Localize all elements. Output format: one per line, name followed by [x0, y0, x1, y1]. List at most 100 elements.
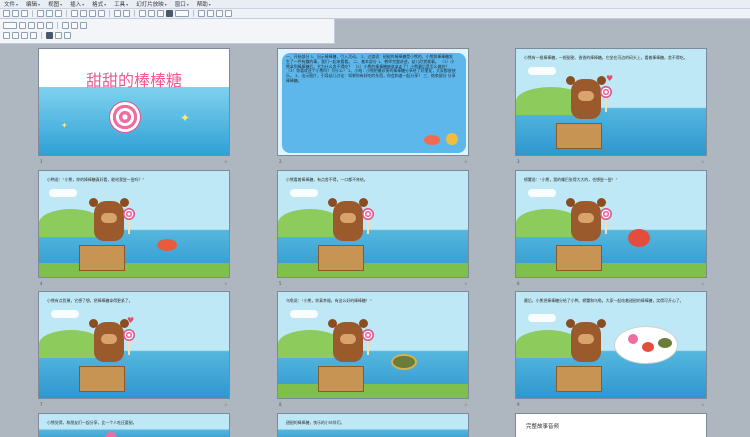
- numbering-icon[interactable]: [12, 31, 19, 39]
- cloud: [528, 67, 556, 75]
- new-slide-icon[interactable]: [64, 31, 71, 39]
- bear-illustration: [89, 198, 129, 241]
- sparkle-icon: ✦: [180, 111, 191, 125]
- lollipop-icon: [109, 101, 141, 133]
- slide-thumbnail[interactable]: 最后，小熊把棒棒糖分给了小鸭、螃蟹和乌龟。大家一起吃着甜甜的棒棒糖，笑得可开心了…: [515, 291, 707, 399]
- lollipop-stick: [128, 220, 130, 234]
- heart-icon: ♥: [127, 316, 135, 325]
- color-fill-icon[interactable]: [166, 10, 173, 17]
- crab-icon: [642, 342, 654, 352]
- new-file-icon[interactable]: [3, 10, 10, 17]
- menu-view[interactable]: 视图 ▾: [44, 0, 66, 9]
- menu-slideshow[interactable]: 幻灯片放映 ▾: [132, 0, 171, 9]
- grass: [516, 263, 706, 277]
- bear-face: [578, 213, 594, 223]
- lollipop-icon: [123, 329, 135, 341]
- crab-icon: [628, 229, 650, 247]
- slide-thumbnail[interactable]: 小熊看着棒棒糖，有点舍不得，一口都不肯给。: [277, 170, 469, 278]
- spellcheck-icon[interactable]: [55, 10, 62, 17]
- bear-face: [101, 334, 117, 344]
- slide-number: 9: [517, 402, 520, 407]
- slides-view-icon[interactable]: [207, 10, 214, 17]
- slide-thumbnail[interactable]: 螃蟹说：“小熊，我的嘴巴张得大大的，也想尝一尝！”: [515, 170, 707, 278]
- star-icon: ☆: [464, 281, 468, 286]
- lollipop-stick: [128, 341, 130, 355]
- bear-face: [340, 334, 356, 344]
- slide-thumbnail[interactable]: 一、开始部分 1、出示棒棒糖，引入活动。 2、过渡语：甜甜的棒棒糖是小熊的，小熊…: [277, 48, 469, 156]
- menu-insert[interactable]: 插入 ▾: [66, 0, 88, 9]
- cloud: [49, 189, 77, 197]
- indent-icon[interactable]: [21, 31, 28, 39]
- bold-icon[interactable]: [28, 21, 35, 29]
- insert-table-icon[interactable]: [148, 10, 155, 17]
- font-color-icon[interactable]: [46, 31, 53, 39]
- menu-tools[interactable]: 工具 ▾: [110, 0, 132, 9]
- slide-number: 3: [517, 159, 520, 164]
- duck-icon: [446, 133, 458, 145]
- cloud: [51, 310, 79, 318]
- design-icon[interactable]: [55, 31, 62, 39]
- help-icon[interactable]: [198, 10, 205, 17]
- redo-icon[interactable]: [123, 10, 130, 17]
- lollipop-stick: [605, 98, 607, 112]
- slide-thumbnail[interactable]: 完整故事音频: [515, 413, 707, 437]
- chevron-down-icon: ▾: [104, 1, 107, 7]
- format-toolbar-row: [2, 21, 88, 29]
- slide-number: 4: [40, 281, 43, 286]
- slide-thumbnail[interactable]: 小鸭说：“小熊，你的棒棒糖真好看，能给我尝一尝吗？”: [38, 170, 230, 278]
- sparkle-icon: ✦: [61, 121, 68, 130]
- bear-illustration: [566, 319, 606, 362]
- slide-thumbnail[interactable]: 甜甜的棒棒糖 ✦ ✦: [38, 48, 230, 156]
- undo-icon[interactable]: [114, 10, 121, 17]
- zoom-select[interactable]: [175, 10, 189, 17]
- menu-help[interactable]: 帮助 ▾: [193, 0, 215, 9]
- print-icon[interactable]: [37, 10, 44, 17]
- menu-file[interactable]: 文件 ▾: [0, 0, 22, 9]
- insert-chart-icon[interactable]: [139, 10, 146, 17]
- format-painter-icon[interactable]: [98, 10, 105, 17]
- chevron-down-icon: ▾: [208, 1, 211, 7]
- menu-window[interactable]: 窗口 ▾: [171, 0, 193, 9]
- save-icon[interactable]: [21, 10, 28, 17]
- slide-thumbnail[interactable]: 小熊有点犹豫，它想了想，把棒棒糖拿得更紧了。 ♥: [38, 291, 230, 399]
- lollipop-stick: [367, 341, 369, 355]
- chevron-down-icon: ▾: [126, 1, 129, 7]
- align-left-icon[interactable]: [62, 21, 69, 29]
- copy-icon[interactable]: [80, 10, 87, 17]
- align-center-icon[interactable]: [71, 21, 78, 29]
- menu-format[interactable]: 格式 ▾: [88, 0, 110, 9]
- grass: [39, 263, 229, 277]
- outdent-icon[interactable]: [30, 31, 37, 39]
- notes-view-icon[interactable]: [225, 10, 232, 17]
- font-select[interactable]: [3, 21, 17, 29]
- slide-thumbnail[interactable]: 小熊觉得，和朋友们一起分享，比一个人吃还要甜。: [38, 413, 230, 437]
- align-right-icon[interactable]: [80, 21, 87, 29]
- slide-thumbnail[interactable]: 乌龟说：“小熊，你真幸福，有这么好的棒棒糖！”: [277, 291, 469, 399]
- lollipop-icon: [600, 208, 612, 220]
- insert-image-icon[interactable]: [157, 10, 164, 17]
- italic-icon[interactable]: [37, 21, 44, 29]
- heart-icon: ♥: [606, 74, 614, 83]
- star-icon: ☆: [701, 159, 705, 164]
- chevron-down-icon: ▾: [186, 1, 189, 7]
- menu-edit[interactable]: 编辑 ▾: [22, 0, 44, 9]
- font-size-select[interactable]: [19, 21, 26, 29]
- open-folder-icon[interactable]: [12, 10, 19, 17]
- slide-thumbnail[interactable]: 小熊有一根棒棒糖，一根甜甜、香香的棒棒糖。它坐在河边的码头上，看着棒棒糖，舍不得…: [515, 48, 707, 156]
- paste-icon[interactable]: [89, 10, 96, 17]
- slide-number: 5: [279, 281, 282, 286]
- print-preview-icon[interactable]: [46, 10, 53, 17]
- outline-view-icon[interactable]: [216, 10, 223, 17]
- cut-icon[interactable]: [71, 10, 78, 17]
- toolbar-separator: [32, 10, 33, 17]
- turtle-icon: [391, 354, 417, 370]
- toolbar-separator: [134, 10, 135, 17]
- bear-face: [340, 213, 356, 223]
- slide-thumbnail[interactable]: 甜甜的棒棒糖，快乐的小伙伴们。: [277, 413, 469, 437]
- underline-icon[interactable]: [46, 21, 53, 29]
- bullets-icon[interactable]: [3, 31, 10, 39]
- toolbar-separator: [66, 10, 67, 17]
- slide-number: 1: [40, 159, 43, 164]
- crab-icon: [424, 135, 440, 145]
- chevron-down-icon: ▾: [16, 1, 19, 7]
